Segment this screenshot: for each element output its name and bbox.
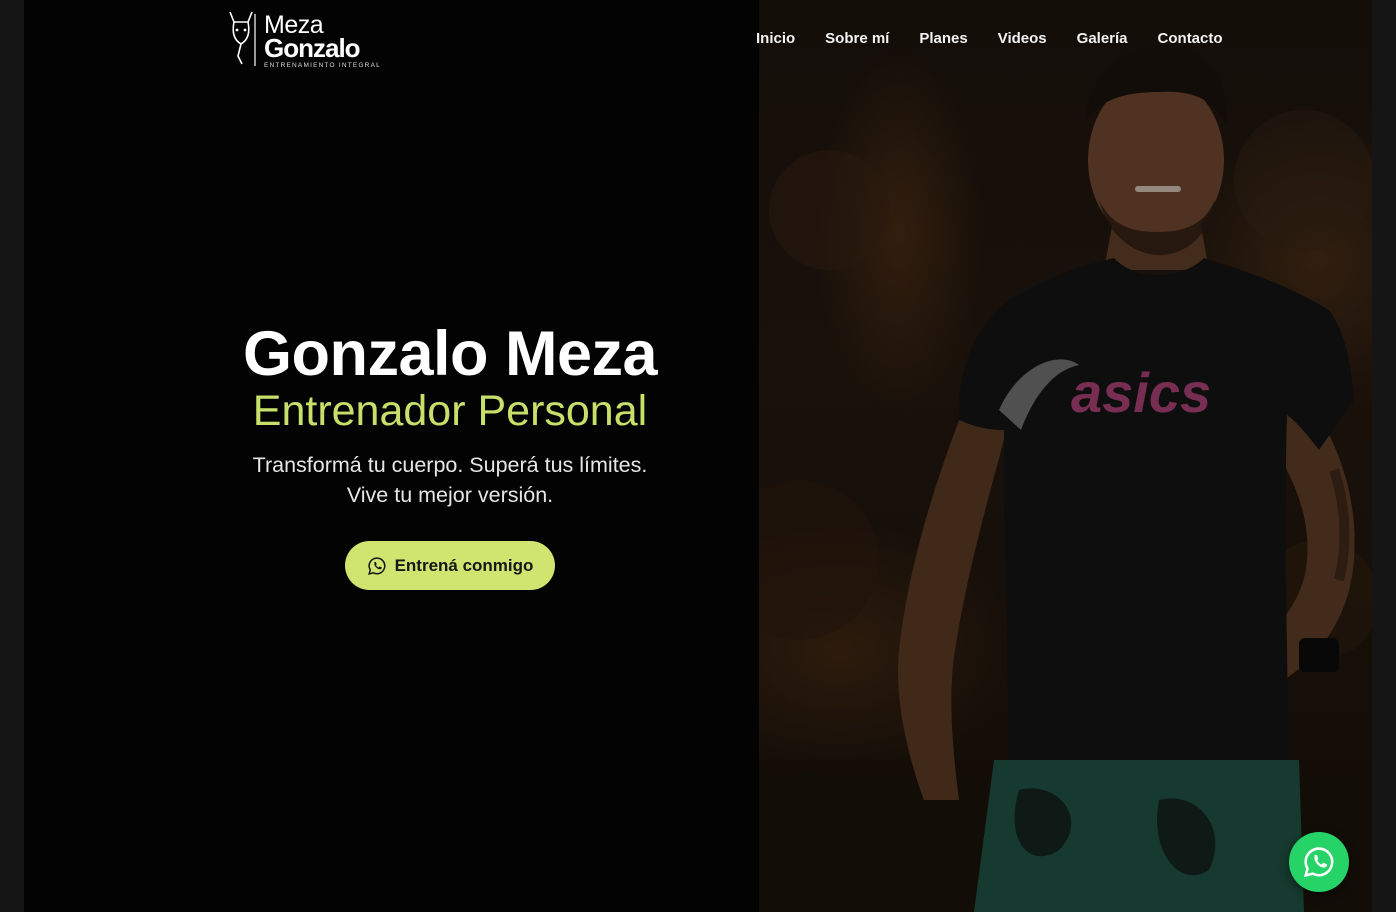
logo-tagline: ENTRENAMIENTO INTEGRAL (264, 62, 381, 69)
viewport-edge-right (1372, 0, 1396, 912)
viewport-edge-left (0, 0, 24, 912)
trainer-photo-illustration: asics (759, 0, 1372, 912)
nav-contacto[interactable]: Contacto (1143, 30, 1238, 48)
hero-text-block: Gonzalo Meza Entrenador Personal Transfo… (200, 318, 700, 510)
hero-photo: asics (759, 0, 1372, 912)
logo-word-gonzalo: Gonzalo (264, 33, 361, 63)
train-with-me-button[interactable]: Entrená conmigo (345, 541, 555, 590)
site-logo[interactable]: Meza Gonzalo ENTRENAMIENTO INTEGRAL (226, 8, 396, 69)
hero-section: asics Meza Gonzalo ENTRENAMIENTO INTEGRA… (24, 0, 1372, 912)
nav-inicio[interactable]: Inicio (741, 30, 810, 48)
main-nav: Inicio Sobre mí Planes Videos Galería Co… (741, 30, 1238, 48)
train-with-me-label: Entrená conmigo (394, 555, 534, 575)
nav-galeria[interactable]: Galería (1062, 30, 1143, 48)
hero-tagline-line2: Vive tu mejor versión. (346, 483, 554, 507)
deer-head-logo-icon (229, 11, 256, 66)
nav-planes[interactable]: Planes (904, 30, 982, 48)
hero-subtitle: Entrenador Personal (252, 387, 648, 435)
hero-title: Gonzalo Meza (242, 319, 658, 389)
nav-videos[interactable]: Videos (983, 30, 1062, 48)
hero-tagline-line1: Transformá tu cuerpo. Superá tus límites… (252, 453, 648, 477)
hero-tagline: Transformá tu cuerpo. Superá tus límites… (200, 450, 700, 510)
whatsapp-icon (367, 556, 386, 575)
nav-sobre-mi[interactable]: Sobre mí (810, 30, 904, 48)
whatsapp-floating-button[interactable] (1289, 832, 1349, 892)
whatsapp-icon (1303, 847, 1334, 878)
